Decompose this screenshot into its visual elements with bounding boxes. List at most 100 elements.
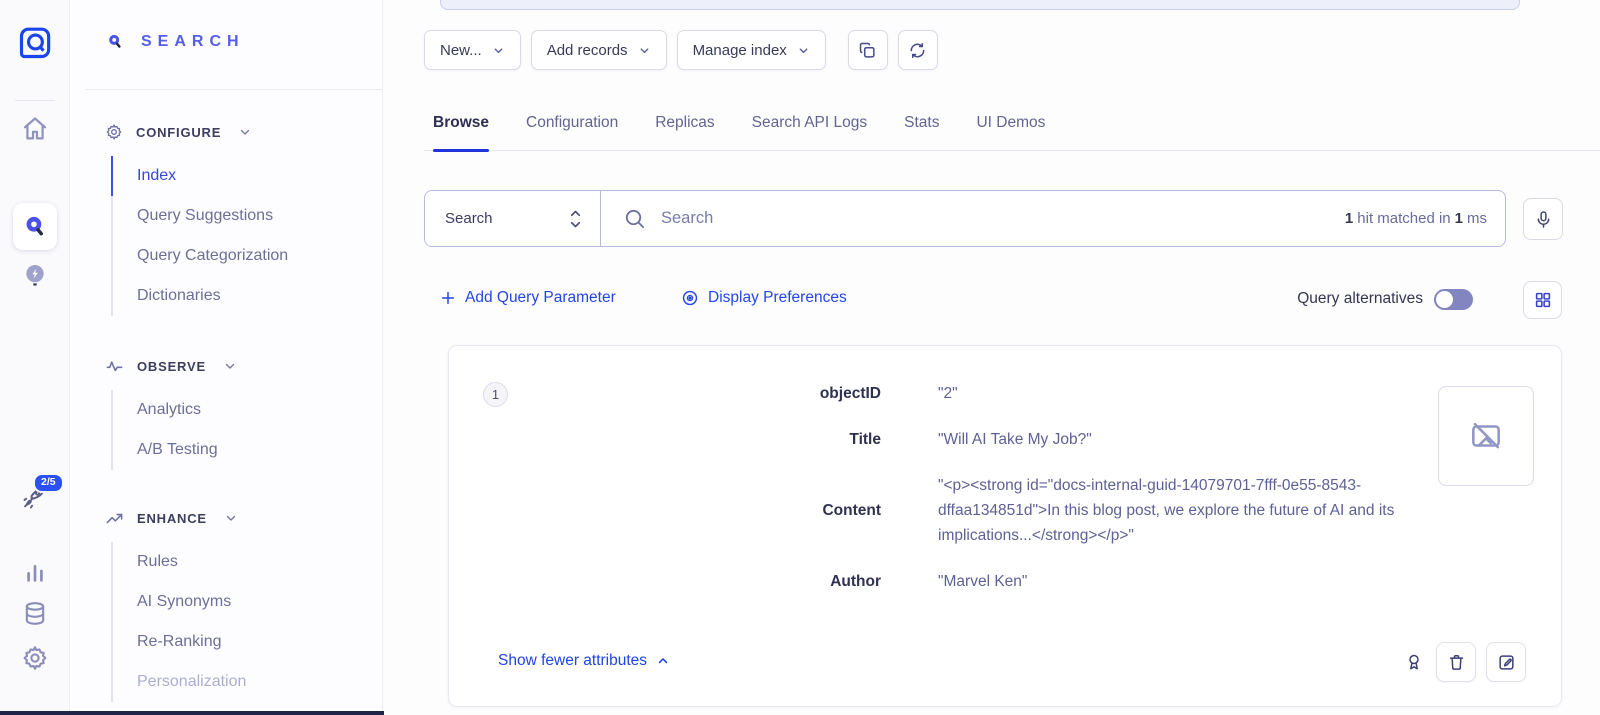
plus-icon <box>440 290 456 306</box>
sidebar: SEARCH CONFIGURE Index Query Suggestions… <box>70 0 383 711</box>
hit-rank-badge: 1 <box>483 382 508 407</box>
home-icon[interactable] <box>21 115 49 143</box>
edit-record-button[interactable] <box>1486 642 1526 682</box>
nav-header-enhance[interactable]: ENHANCE <box>70 504 383 532</box>
add-query-parameter-link[interactable]: Add Query Parameter <box>440 289 616 307</box>
add-records-label: Add records <box>547 42 628 59</box>
query-alternatives-toggle[interactable] <box>1434 289 1473 310</box>
copy-index-button[interactable] <box>848 30 888 70</box>
manage-index-label: Manage index <box>693 42 787 59</box>
attribute-value: "2" <box>938 381 1465 406</box>
gear-icon <box>105 123 123 141</box>
chevron-down-icon <box>492 44 505 57</box>
trend-up-icon <box>105 509 124 528</box>
main-content: New... Add records Manage index <box>383 0 1600 715</box>
sidebar-item-analytics[interactable]: Analytics <box>111 390 383 430</box>
nav-header-configure[interactable]: CONFIGURE <box>70 118 383 146</box>
manage-index-button[interactable]: Manage index <box>677 30 826 70</box>
sort-chevrons-icon <box>568 208 583 230</box>
nav-header-label: ENHANCE <box>137 511 207 526</box>
sidebar-item-dictionaries[interactable]: Dictionaries <box>111 276 383 316</box>
nav-header-label: OBSERVE <box>137 359 206 374</box>
sidebar-item-ab-testing[interactable]: A/B Testing <box>111 430 383 470</box>
hit-attributes: objectID "2" Title "Will AI Take My Job?… <box>546 381 1465 594</box>
add-records-button[interactable]: Add records <box>531 30 667 70</box>
grid-view-button[interactable] <box>1523 281 1562 319</box>
copy-icon <box>858 41 877 60</box>
tab-replicas[interactable]: Replicas <box>655 104 714 150</box>
index-toolbar: New... Add records Manage index <box>424 30 938 70</box>
hits-summary: 1 hit matched in 1 ms <box>1345 210 1487 227</box>
attribute-value: "<p><strong id="docs-internal-guid-14079… <box>938 473 1465 548</box>
sidebar-divider <box>86 89 382 90</box>
search-glyph-icon <box>105 32 125 52</box>
show-fewer-attributes-link[interactable]: Show fewer attributes <box>498 652 670 670</box>
tab-stats[interactable]: Stats <box>904 104 939 150</box>
attribute-label: objectID <box>546 381 881 406</box>
chevron-up-icon <box>656 654 670 668</box>
gear-icon[interactable] <box>21 644 49 672</box>
trash-icon <box>1447 653 1466 672</box>
search-input[interactable] <box>661 209 1330 228</box>
tab-browse[interactable]: Browse <box>433 104 489 150</box>
attribute-label: Title <box>546 427 881 452</box>
chevron-down-icon <box>797 44 810 57</box>
sidebar-item-personalization[interactable]: Personalization <box>111 662 383 702</box>
tab-ui-demos[interactable]: UI Demos <box>976 104 1045 150</box>
ranking-info-button[interactable] <box>1402 648 1426 676</box>
trial-badge: 2/5 <box>33 473 64 493</box>
sidebar-item-query-categorization[interactable]: Query Categorization <box>111 236 383 276</box>
sidebar-item-index[interactable]: Index <box>111 156 383 196</box>
refresh-icon <box>908 41 927 60</box>
nav-section-configure: CONFIGURE Index Query Suggestions Query … <box>70 118 383 316</box>
search-product-icon[interactable] <box>13 203 57 250</box>
search-mode-select[interactable]: Search <box>425 191 601 246</box>
tab-search-api-logs[interactable]: Search API Logs <box>752 104 867 150</box>
search-input-wrap: 1 hit matched in 1 ms <box>601 191 1505 246</box>
hit-image-placeholder <box>1438 386 1534 486</box>
index-info-bar <box>440 0 1520 10</box>
display-preferences-link[interactable]: Display Preferences <box>681 289 847 307</box>
algolia-logo[interactable] <box>17 25 53 61</box>
nav-header-observe[interactable]: OBSERVE <box>70 352 383 380</box>
sidebar-item-ai-synonyms[interactable]: AI Synonyms <box>111 582 383 622</box>
attribute-value: "Marvel Ken" <box>938 569 1465 594</box>
toggle-knob <box>1436 291 1453 308</box>
microphone-icon <box>1534 210 1553 229</box>
chevron-down-icon <box>223 359 237 373</box>
sidebar-item-re-ranking[interactable]: Re-Ranking <box>111 622 383 662</box>
image-off-icon <box>1467 417 1505 455</box>
search-bar: Search 1 hit matched in 1 ms <box>424 190 1506 247</box>
database-icon[interactable] <box>21 600 49 628</box>
recommend-icon[interactable] <box>21 262 49 290</box>
refresh-button[interactable] <box>898 30 938 70</box>
chevron-down-icon <box>238 125 252 139</box>
voice-search-button[interactable] <box>1523 198 1563 240</box>
icon-rail: 2/5 <box>0 0 70 715</box>
sidebar-item-rules[interactable]: Rules <box>111 542 383 582</box>
product-title: SEARCH <box>141 33 245 51</box>
attribute-label: Content <box>546 498 881 523</box>
eye-icon <box>681 289 699 307</box>
display-preferences-label: Display Preferences <box>708 289 847 307</box>
delete-record-button[interactable] <box>1436 642 1476 682</box>
query-controls-row: Add Query Parameter Display Preferences … <box>383 280 1600 320</box>
add-query-parameter-label: Add Query Parameter <box>465 289 616 307</box>
rail-divider <box>15 100 55 101</box>
attribute-label: Author <box>546 569 881 594</box>
new-button[interactable]: New... <box>424 30 521 70</box>
hits-panel: 1 objectID "2" Title "Will AI Take My Jo… <box>448 345 1562 707</box>
new-button-label: New... <box>440 42 482 59</box>
tab-configuration[interactable]: Configuration <box>526 104 618 150</box>
award-icon <box>1404 652 1424 672</box>
search-icon <box>623 207 646 230</box>
hit-actions <box>1402 642 1526 682</box>
window-edge <box>0 711 384 715</box>
edit-icon <box>1497 653 1516 672</box>
bar-chart-icon[interactable] <box>21 557 49 585</box>
activity-icon <box>105 357 124 376</box>
product-header: SEARCH <box>105 32 245 52</box>
chevron-down-icon <box>638 44 651 57</box>
attribute-value: "Will AI Take My Job?" <box>938 427 1465 452</box>
sidebar-item-query-suggestions[interactable]: Query Suggestions <box>111 196 383 236</box>
